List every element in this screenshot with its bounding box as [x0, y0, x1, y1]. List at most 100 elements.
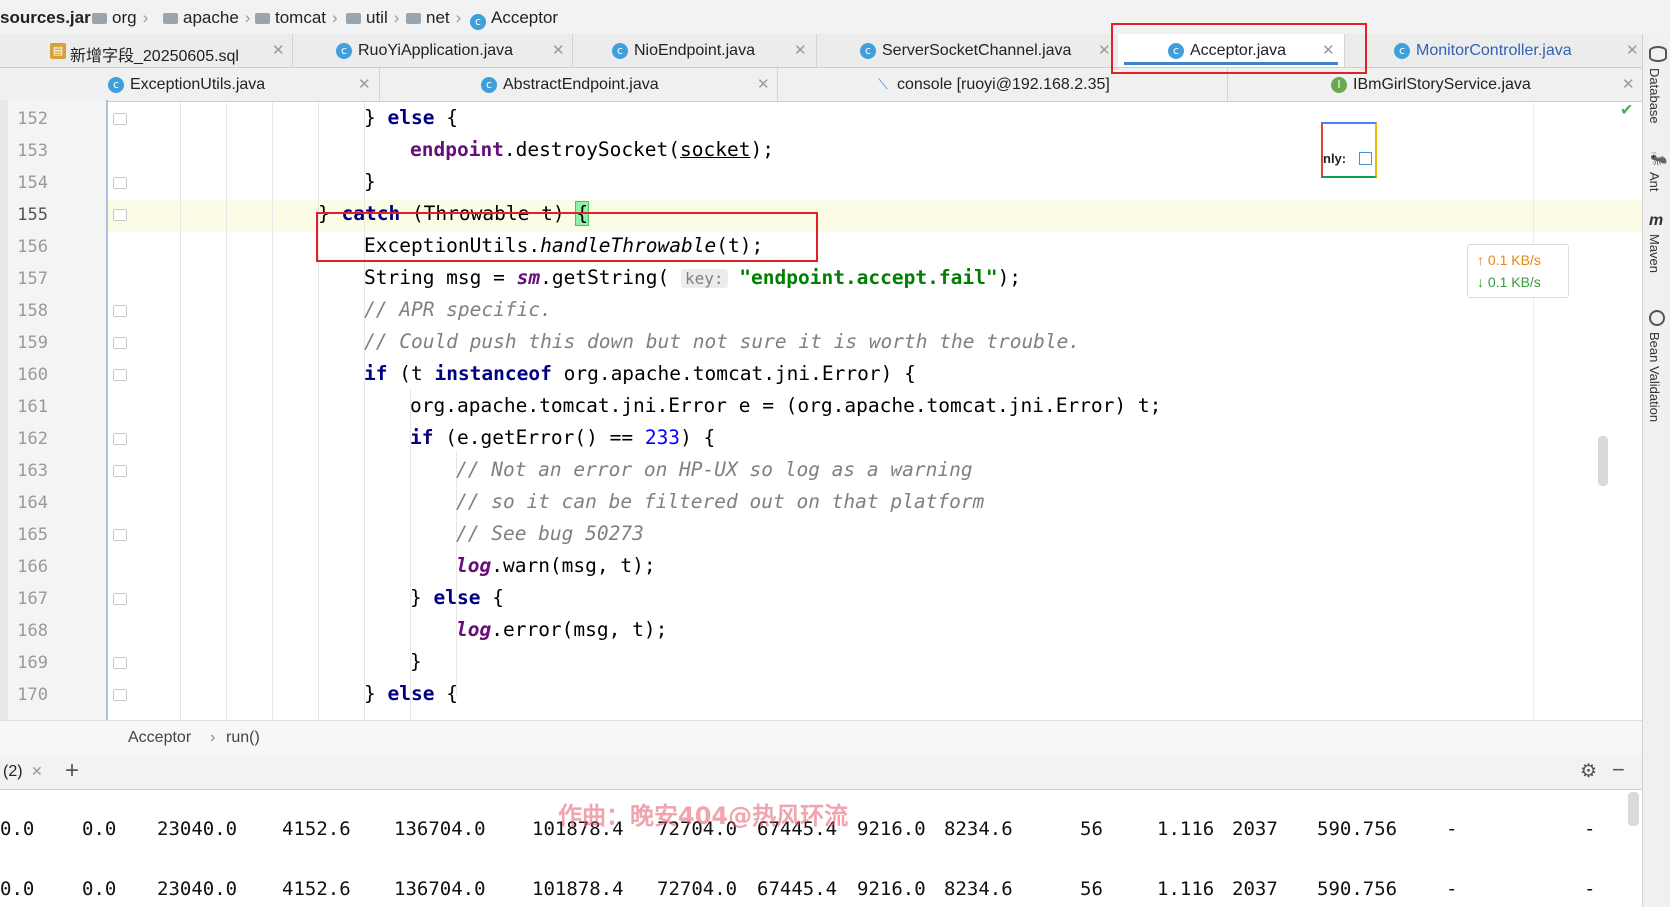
- code-line-152[interactable]: } else {: [364, 106, 458, 129]
- line-number: 164: [17, 493, 48, 513]
- code-line-168[interactable]: log.error(msg, t);: [456, 618, 667, 641]
- breadcrumb-class[interactable]: Acceptor: [128, 729, 191, 747]
- tab-ruoyiapplication[interactable]: c RuoYiApplication.java ✕: [292, 34, 573, 67]
- code-line-154[interactable]: }: [364, 170, 376, 193]
- gear-icon[interactable]: ⚙: [1580, 760, 1597, 783]
- code-line-157[interactable]: String msg = sm.getString( key: "endpoin…: [364, 266, 1021, 289]
- class-icon: c: [108, 77, 124, 93]
- fold-marker[interactable]: [113, 177, 127, 189]
- indent-guide: [180, 100, 181, 720]
- fold-marker[interactable]: [113, 337, 127, 349]
- close-icon[interactable]: ✕: [358, 75, 371, 93]
- code-comment[interactable]: // Not an error on HP-UX so log as a war…: [456, 458, 973, 481]
- console-scrollbar-thumb[interactable]: [1628, 792, 1639, 826]
- console-cell: 9216.0: [857, 818, 926, 840]
- code-line-161[interactable]: org.apache.tomcat.jni.Error e = (org.apa…: [410, 394, 1161, 417]
- fold-marker[interactable]: [113, 305, 127, 317]
- tool-window-database[interactable]: Database: [1647, 68, 1662, 124]
- console-cell: 9216.0: [857, 878, 926, 900]
- fold-marker[interactable]: [113, 209, 127, 221]
- code-keyword: else: [433, 586, 481, 609]
- code-text: socket: [680, 138, 751, 161]
- fold-marker[interactable]: [113, 113, 127, 125]
- line-number: 165: [17, 525, 48, 545]
- code-line-166[interactable]: log.warn(msg, t);: [456, 554, 656, 577]
- close-icon[interactable]: ✕: [794, 41, 807, 59]
- code-keyword: instanceof: [434, 362, 552, 385]
- code-line-153[interactable]: endpoint.destroySocket(socket);: [410, 138, 774, 161]
- tab-monitorcontroller[interactable]: c MonitorController.java ✕: [1344, 34, 1642, 67]
- check-icon[interactable]: ✔: [1620, 100, 1633, 120]
- tool-window-maven[interactable]: Maven: [1647, 234, 1662, 273]
- fold-marker[interactable]: [113, 465, 127, 477]
- tab-label: ExceptionUtils.java: [130, 76, 266, 93]
- breadcrumb-org[interactable]: org ›: [92, 8, 148, 28]
- line-number: 155: [17, 205, 48, 225]
- fold-marker[interactable]: [113, 369, 127, 381]
- console-cell: 8234.6: [944, 878, 1013, 900]
- code-line-170[interactable]: } else {: [364, 682, 458, 705]
- code-comment[interactable]: // so it can be filtered out on that pla…: [456, 490, 984, 513]
- session-tab-label[interactable]: (2): [3, 763, 23, 781]
- fold-marker[interactable]: [113, 529, 127, 541]
- maven-icon: m: [1649, 212, 1664, 229]
- code-field: endpoint: [410, 138, 504, 161]
- line-number: 166: [17, 557, 48, 577]
- interface-icon: I: [1331, 77, 1347, 93]
- tab-nioendpoint[interactable]: c NioEndpoint.java ✕: [572, 34, 817, 67]
- code-comment[interactable]: // APR specific.: [364, 298, 552, 321]
- close-icon[interactable]: ✕: [1626, 41, 1639, 59]
- close-icon[interactable]: ✕: [1622, 75, 1635, 93]
- code-line-162[interactable]: if (e.getError() == 233) {: [410, 426, 715, 449]
- tab-label: 新增字段_20250605.sql: [70, 48, 239, 65]
- code-line-169[interactable]: }: [410, 650, 422, 673]
- close-icon[interactable]: ✕: [272, 41, 285, 59]
- close-icon[interactable]: ✕: [757, 75, 770, 93]
- popup-checkbox[interactable]: [1359, 152, 1372, 165]
- close-icon[interactable]: ✕: [552, 41, 565, 59]
- fold-marker[interactable]: [113, 593, 127, 605]
- fold-marker[interactable]: [113, 433, 127, 445]
- breadcrumb-util[interactable]: util ›: [346, 8, 399, 28]
- add-session-button[interactable]: +: [65, 757, 79, 785]
- fold-marker[interactable]: [113, 657, 127, 669]
- code-line-160[interactable]: if (t instanceof org.apache.tomcat.jni.E…: [364, 362, 916, 385]
- code-line-167[interactable]: } else {: [410, 586, 504, 609]
- indent-guide: [318, 100, 319, 720]
- class-icon: c: [481, 77, 497, 93]
- tab-exceptionutils[interactable]: c ExceptionUtils.java ✕: [0, 68, 380, 101]
- breadcrumb-apache[interactable]: apache ›: [163, 8, 250, 28]
- fold-marker[interactable]: [113, 689, 127, 701]
- breadcrumb-method[interactable]: run(): [226, 729, 260, 747]
- console-cell: 67445.4: [757, 878, 838, 900]
- code-text: .error(msg, t);: [491, 618, 668, 641]
- folder-icon: [163, 13, 178, 24]
- breadcrumb-tomcat[interactable]: tomcat ›: [255, 8, 338, 28]
- breadcrumb-net[interactable]: net ›: [406, 8, 461, 28]
- breadcrumb-class[interactable]: c Acceptor: [470, 8, 558, 30]
- console-cell: 136704.0: [394, 818, 486, 840]
- code-comment[interactable]: // See bug 50273: [456, 522, 644, 545]
- console-icon: ⟍: [878, 77, 888, 93]
- editor-scrollbar-thumb[interactable]: [1598, 436, 1608, 486]
- code-text: .getString(: [540, 266, 670, 289]
- read-only-popup: nly:: [1321, 122, 1377, 178]
- tab-serversocketchannel[interactable]: c ServerSocketChannel.java ✕: [816, 34, 1119, 67]
- close-icon[interactable]: ✕: [1098, 41, 1111, 59]
- tool-window-ant[interactable]: Ant: [1647, 172, 1662, 192]
- class-icon: c: [470, 14, 486, 30]
- console-cell: 1.116: [1157, 818, 1215, 840]
- minimize-icon[interactable]: −: [1612, 757, 1625, 783]
- tab-sql-file[interactable]: ▤ 新增字段_20250605.sql ✕: [0, 34, 293, 67]
- right-margin-guide: [1533, 100, 1534, 720]
- breadcrumb-jar[interactable]: sources.jar›: [0, 8, 102, 28]
- tool-window-bean-validation[interactable]: Bean Validation: [1647, 332, 1662, 422]
- popup-label: nly:: [1323, 151, 1347, 166]
- line-number: 169: [17, 653, 48, 673]
- close-icon[interactable]: ✕: [31, 763, 43, 780]
- code-comment[interactable]: // Could push this down but not sure it …: [364, 330, 1080, 353]
- ant-icon: 🐜: [1650, 150, 1668, 166]
- tab-abstractendpoint[interactable]: c AbstractEndpoint.java ✕: [379, 68, 778, 101]
- network-speed-widget: ↑ 0.1 KB/s ↓ 0.1 KB/s: [1467, 244, 1569, 298]
- class-icon: c: [1394, 43, 1410, 59]
